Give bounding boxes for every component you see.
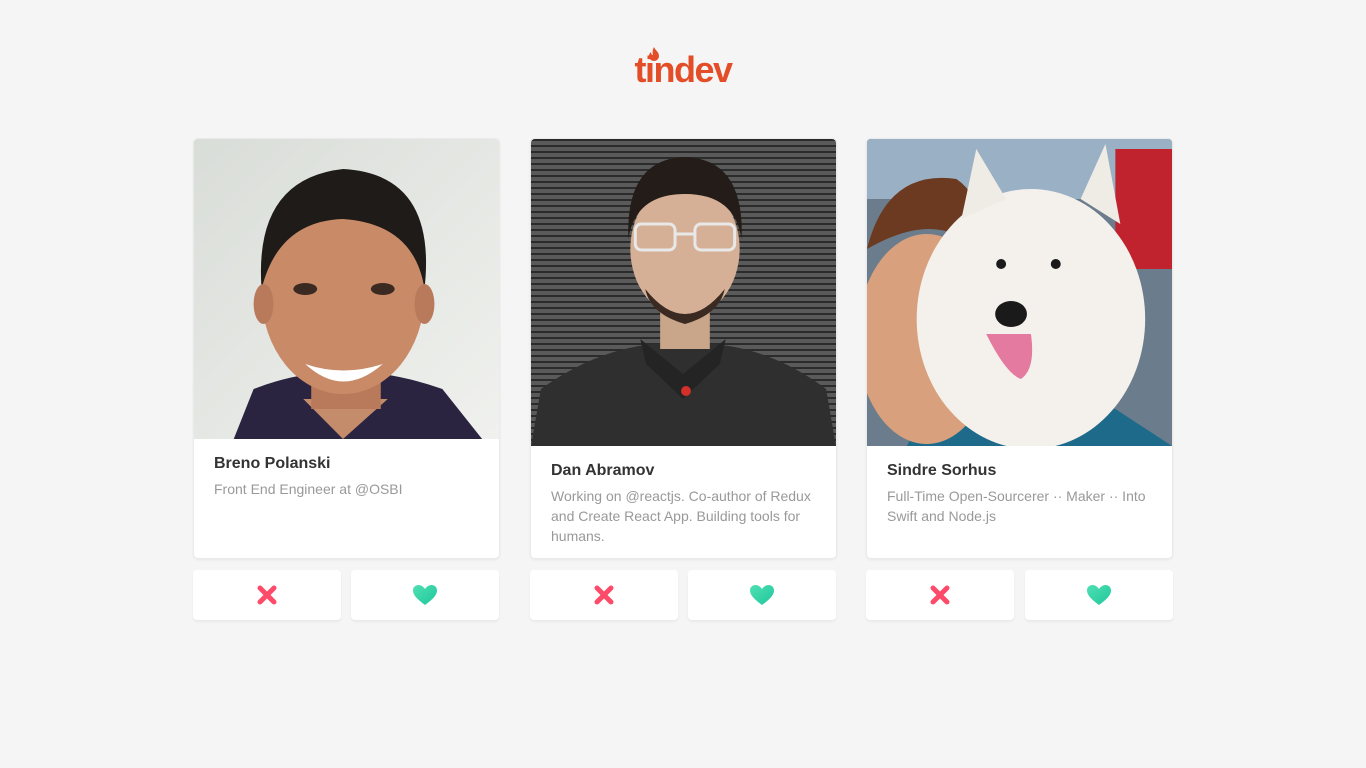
developer-name: Sindre Sorhus bbox=[887, 462, 997, 479]
dislike-button[interactable] bbox=[530, 570, 678, 620]
developer-bio: Front End Engineer at @OSBI bbox=[214, 481, 403, 497]
tindev-logo[interactable]: tindev bbox=[633, 44, 733, 88]
heart-icon bbox=[750, 585, 774, 605]
app-root: tindev Breno Polanski Front End Engineer… bbox=[0, 0, 1366, 768]
developer-name: Dan Abramov bbox=[551, 462, 655, 479]
like-button[interactable] bbox=[351, 570, 499, 620]
developer-avatar bbox=[531, 139, 836, 446]
developer-info: Dan Abramov Working on @reactjs. Co-auth… bbox=[551, 461, 816, 546]
developer-bio: Working on @reactjs. Co-author of Redux … bbox=[551, 488, 811, 544]
developer-card: Breno Polanski Front End Engineer at @OS… bbox=[193, 138, 500, 559]
heart-icon bbox=[1087, 585, 1111, 605]
developer-info: Sindre Sorhus Full-Time Open-Sourcerer ·… bbox=[887, 461, 1152, 526]
x-icon bbox=[594, 585, 614, 605]
developer-card: Sindre Sorhus Full-Time Open-Sourcerer ·… bbox=[866, 138, 1173, 559]
developer-info: Breno Polanski Front End Engineer at @OS… bbox=[214, 454, 479, 499]
like-button[interactable] bbox=[1025, 570, 1173, 620]
like-button[interactable] bbox=[688, 570, 836, 620]
flame-icon bbox=[649, 47, 659, 61]
x-icon bbox=[257, 585, 277, 605]
heart-icon bbox=[413, 585, 437, 605]
developer-card: Dan Abramov Working on @reactjs. Co-auth… bbox=[530, 138, 837, 559]
developer-bio: Full-Time Open-Sourcerer ·· Maker ·· Int… bbox=[887, 488, 1146, 524]
developer-name: Breno Polanski bbox=[214, 455, 331, 472]
x-icon bbox=[930, 585, 950, 605]
dislike-button[interactable] bbox=[193, 570, 341, 620]
dislike-button[interactable] bbox=[866, 570, 1014, 620]
developer-avatar bbox=[867, 139, 1172, 446]
developer-avatar bbox=[194, 139, 499, 439]
